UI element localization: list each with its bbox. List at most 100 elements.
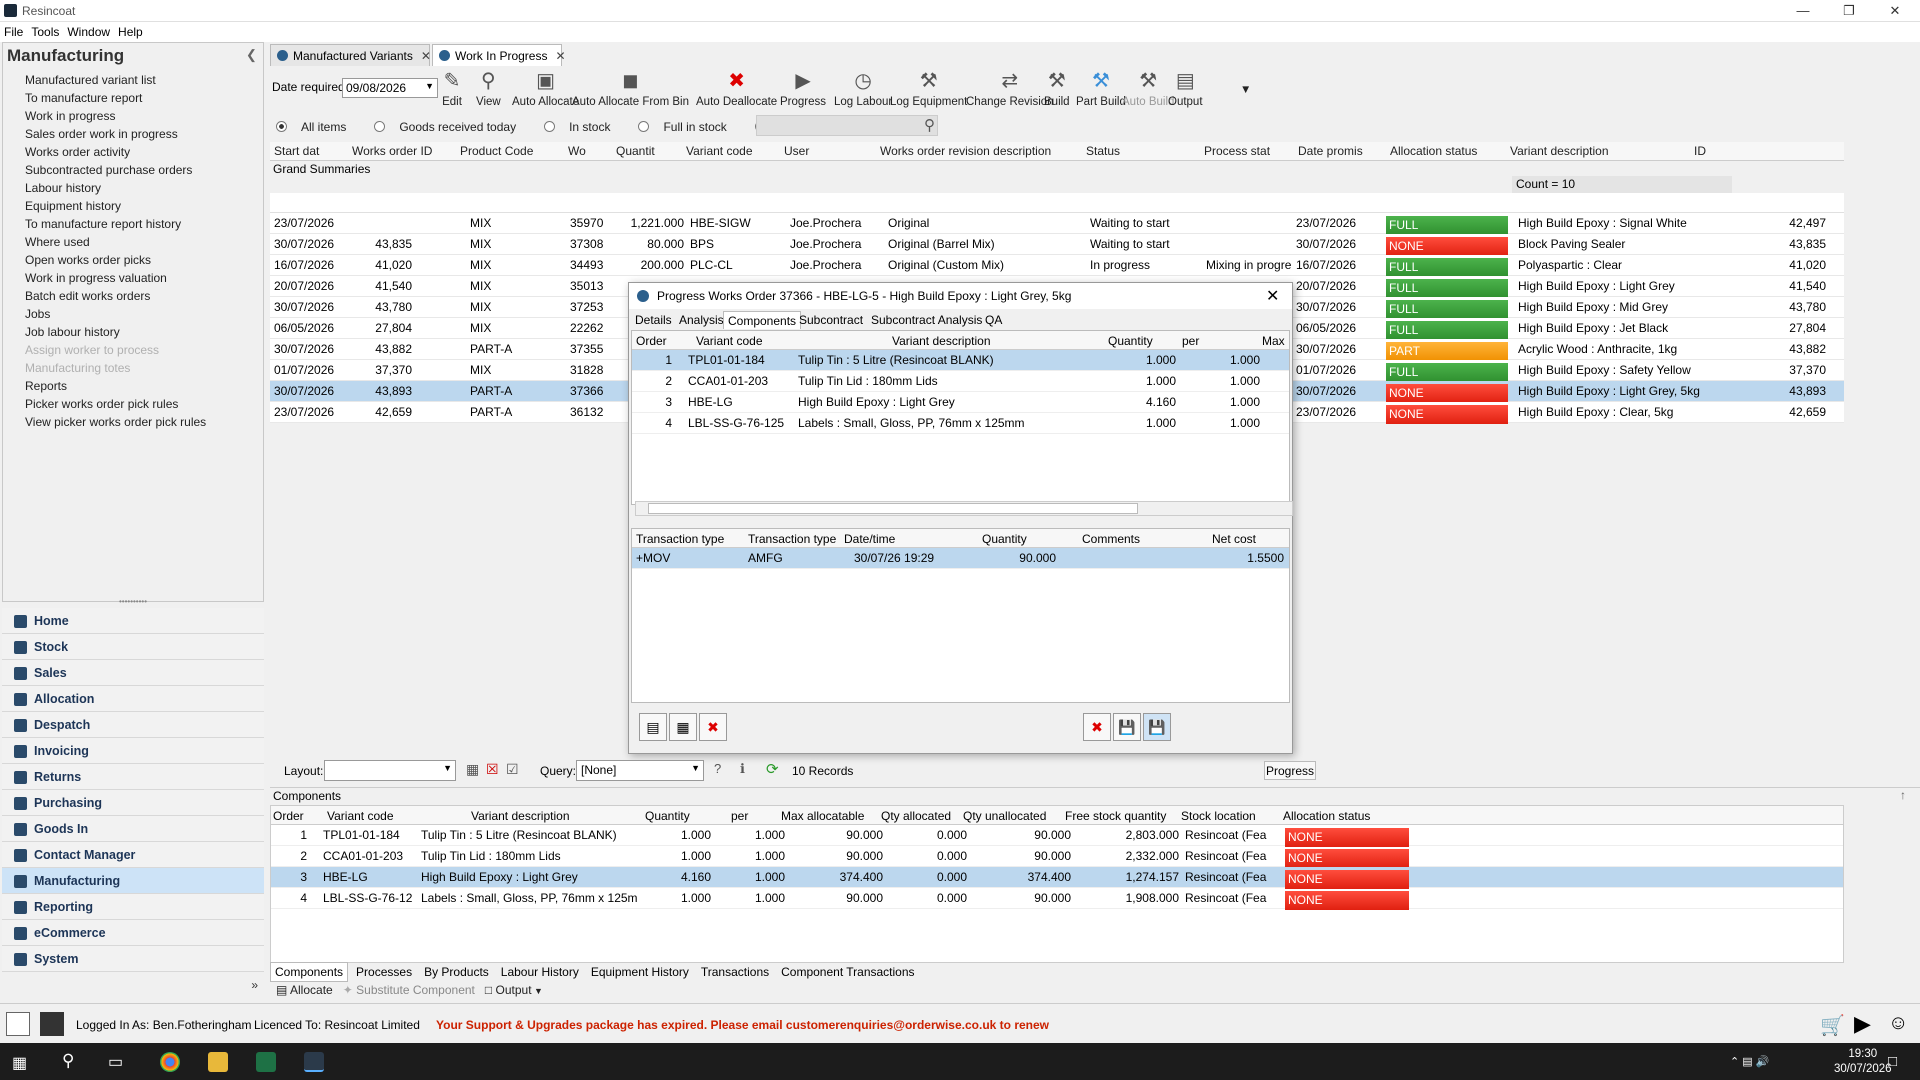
view-button[interactable]: ⚲ View <box>476 66 501 108</box>
auto-allocate-button[interactable]: ▣ Auto Allocate <box>512 66 579 108</box>
table-row[interactable]: 3 HBE-LG High Build Epoxy : Light Grey 4.16… <box>271 867 1843 889</box>
edit-button[interactable]: ✎ Edit <box>440 66 464 108</box>
table-row[interactable]: 3 HBE-LG High Build Epoxy : Light Grey 4.16… <box>632 392 1289 413</box>
chevron-down-icon[interactable]: ▼ <box>443 763 452 773</box>
column-header[interactable]: ID <box>1694 144 1706 158</box>
bottom-tab-processes[interactable]: Processes <box>352 963 416 981</box>
column-header[interactable]: Status <box>1086 144 1120 158</box>
table-row[interactable]: 23/07/2026 MIX 35970 1,221.000 HBE-SIGW Joe.P… <box>270 213 1844 235</box>
panel-splitter[interactable]: •••••••••• <box>2 598 264 606</box>
excel-icon[interactable] <box>256 1052 276 1072</box>
nav-expand-icon[interactable]: » <box>2 978 264 998</box>
filter-in-stock[interactable]: In stock <box>544 120 624 134</box>
tab-manufactured-variants[interactable]: Manufactured Variants ✕ <box>270 44 431 66</box>
column-header[interactable]: Date promis <box>1298 144 1363 158</box>
menu-item[interactable]: Job labour history <box>25 323 206 341</box>
column-header[interactable]: Stock location <box>1181 809 1256 823</box>
column-header[interactable]: Quantity <box>645 809 690 823</box>
nav-manufacturing[interactable]: Manufacturing <box>2 868 264 894</box>
table-row[interactable]: 16/07/2026 41,020 MIX 34493 200.000 PLC-CL Joe… <box>270 255 1844 277</box>
dialog-close-icon[interactable]: ✕ <box>1266 286 1279 306</box>
table-row[interactable]: 4 LBL-SS-G-76-12 Labels : Small, Gloss, PP… <box>271 888 1843 910</box>
tab-close-icon[interactable]: ✕ <box>421 49 431 63</box>
column-header[interactable]: Free stock quantity <box>1065 809 1166 823</box>
nav-invoicing[interactable]: Invoicing <box>2 738 264 764</box>
nav-system[interactable]: System <box>2 946 264 972</box>
clock[interactable]: 19:30 30/07/2026 <box>1834 1047 1892 1077</box>
menu-item[interactable]: Manufacturing totes <box>25 359 206 377</box>
column-header[interactable]: Variant description <box>471 809 570 823</box>
bottom-tab-transactions[interactable]: Transactions <box>697 963 773 981</box>
cancel-button[interactable]: ✖ <box>1083 713 1111 741</box>
column-header[interactable]: Order <box>636 334 667 348</box>
output-button[interactable]: Output <box>496 983 532 997</box>
column-header[interactable]: Wo <box>568 144 586 158</box>
refresh-icon[interactable]: ⟳ <box>766 760 779 778</box>
table-row[interactable]: 1 TPL01-01-184 Tulip Tin : 5 Litre (Resinc… <box>271 825 1843 847</box>
column-header[interactable]: Quantit <box>616 144 655 158</box>
column-header[interactable]: Net cost <box>1212 532 1256 546</box>
column-header[interactable]: Variant description <box>892 334 991 348</box>
menu-item[interactable]: Subcontracted purchase orders <box>25 161 206 179</box>
auto-build-button[interactable]: ⚒ Auto Build <box>1122 66 1174 108</box>
column-header[interactable]: per <box>731 809 748 823</box>
nav-despatch[interactable]: Despatch <box>2 712 264 738</box>
nav-allocation[interactable]: Allocation <box>2 686 264 712</box>
search-icon[interactable]: ⚲ <box>62 1051 74 1071</box>
transaction-row[interactable]: +MOV AMFG 30/07/26 19:29 90.000 1.5500 <box>632 548 1289 569</box>
minimize-icon[interactable]: — <box>1780 0 1826 22</box>
filter-all-items[interactable]: All items <box>276 120 360 134</box>
tray-icons[interactable]: ⌃ ▤ 🔊 <box>1730 1055 1769 1068</box>
column-header[interactable]: Process stat <box>1204 144 1270 158</box>
close-icon[interactable]: ✕ <box>1872 0 1918 22</box>
radio-icon[interactable] <box>276 121 287 132</box>
dialog-tab-components[interactable]: Components <box>723 311 802 329</box>
substitute-component-button[interactable]: Substitute Component <box>356 983 475 997</box>
dialog-tab-subcontract-analysis[interactable]: Subcontract Analysis <box>867 311 986 329</box>
bottom-tab-components[interactable]: Components <box>270 962 349 982</box>
table-row[interactable]: 2 CCA01-01-203 Tulip Tin Lid : 180mm Lids 1… <box>271 846 1843 868</box>
menu-item[interactable]: View picker works order pick rules <box>25 413 206 431</box>
progress-button[interactable]: ▶ Progress <box>780 66 826 108</box>
table-row[interactable]: 4 LBL-SS-G-76-125 Labels : Small, Gloss, P… <box>632 413 1289 434</box>
query-help-icon[interactable]: ? <box>714 761 721 776</box>
column-header[interactable]: Quantity <box>1108 334 1153 348</box>
build-button[interactable]: ⚒ Build <box>1044 66 1070 108</box>
save-close-button[interactable]: 💾 <box>1143 713 1171 741</box>
edit-notes-button[interactable]: ▤ <box>639 713 667 741</box>
orderwise-icon[interactable] <box>304 1052 324 1072</box>
allocate-button[interactable]: Allocate <box>290 983 333 997</box>
layout-combo[interactable]: ▼ <box>324 760 456 781</box>
dialog-tab-qa[interactable]: QA <box>981 311 1006 329</box>
layout-settings-icon[interactable]: ☑ <box>506 761 519 778</box>
table-row[interactable]: 1 TPL01-01-184 Tulip Tin : 5 Litre (Resinc… <box>632 350 1289 371</box>
play-icon[interactable]: ▶ <box>1854 1011 1871 1037</box>
bottom-tab-by-products[interactable]: By Products <box>420 963 493 981</box>
column-header[interactable]: Max allocatable <box>781 809 864 823</box>
log-equipment-button[interactable]: ⚒ Log Equipment <box>890 66 967 108</box>
column-header[interactable]: Order <box>273 809 304 823</box>
table-row[interactable]: 2 CCA01-01-203 Tulip Tin Lid : 180mm Lids 1… <box>632 371 1289 392</box>
column-header[interactable]: Transaction type <box>636 532 724 546</box>
menu-item[interactable]: To manufacture report <box>25 89 206 107</box>
support-icon[interactable]: ☺ <box>1888 1012 1908 1035</box>
tab-close-icon[interactable]: ✕ <box>555 49 565 63</box>
log-labour-button[interactable]: ◷ Log Labour <box>834 66 892 108</box>
menu-item[interactable]: Picker works order pick rules <box>25 395 206 413</box>
menu-item[interactable]: Open works order picks <box>25 251 206 269</box>
cart-icon[interactable]: 🛒 <box>1820 1013 1845 1038</box>
menu-item[interactable]: Where used <box>25 233 206 251</box>
dialog-tab-analysis[interactable]: Analysis <box>675 311 728 329</box>
part-build-button[interactable]: ⚒ Part Build <box>1076 66 1126 108</box>
menu-item[interactable]: Work in progress <box>25 107 206 125</box>
column-header[interactable]: per <box>1182 334 1199 348</box>
tab-work-in-progress[interactable]: Work In Progress ✕ <box>432 44 566 66</box>
search-icon[interactable]: ⚲ <box>924 116 935 134</box>
change-revision-button[interactable]: ⇄ Change Revision <box>966 66 1054 108</box>
filter-goods-received-today[interactable]: Goods received today <box>374 120 530 134</box>
table-row[interactable]: 30/07/2026 43,835 MIX 37308 80.000 BPS Joe.Pro… <box>270 234 1844 256</box>
column-header[interactable]: Allocation status <box>1390 144 1477 158</box>
menu-help[interactable]: Help <box>114 22 147 39</box>
column-header[interactable]: Variant code <box>327 809 394 823</box>
auto-deallocate-button[interactable]: ✖ Auto Deallocate <box>696 66 777 108</box>
